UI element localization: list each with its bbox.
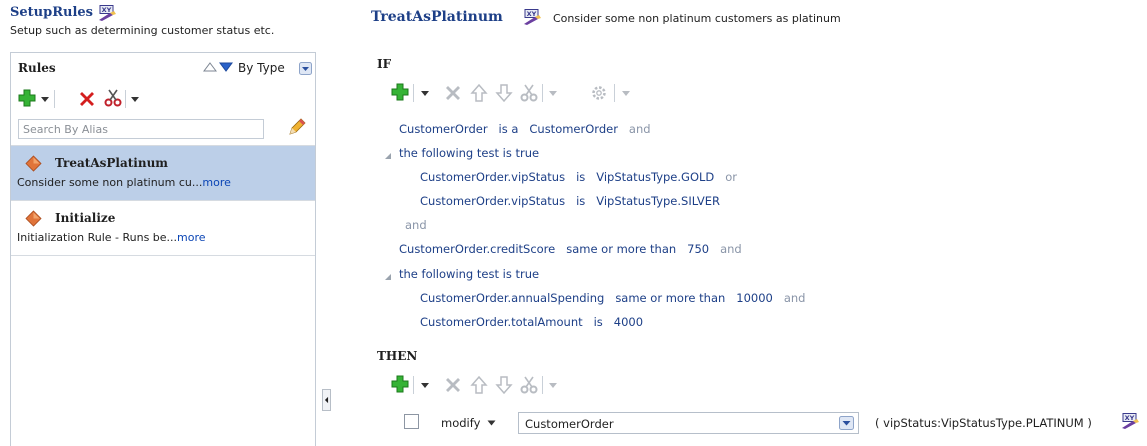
rules-panel: Rules By Type Search By Alias TreatAsPla…: [10, 52, 316, 446]
sort-descending-icon[interactable]: [219, 61, 233, 73]
sort-by-type-label[interactable]: By Type: [238, 61, 285, 75]
xy-edit-icon[interactable]: XY: [97, 5, 119, 21]
move-down-icon[interactable]: [494, 375, 514, 395]
rule-name: TreatAsPlatinum: [55, 156, 169, 170]
condition-line[interactable]: CustomerOrder.annualSpending same or mor…: [420, 291, 805, 305]
condition-line[interactable]: CustomerOrder.creditScore same or more t…: [399, 242, 742, 256]
toolbar-separator: [54, 90, 55, 108]
scissors-icon[interactable]: [103, 88, 123, 108]
condition-line[interactable]: CustomerOrder.totalAmount is 4000: [420, 315, 643, 329]
add-plus-icon[interactable]: [390, 82, 410, 102]
chevron-down-icon[interactable]: [40, 95, 50, 103]
chevron-down-icon[interactable]: [487, 420, 496, 426]
rules-toolbar: [11, 85, 315, 113]
toolbar-separator: [413, 376, 414, 394]
add-plus-icon[interactable]: [390, 374, 410, 394]
condition-group-line[interactable]: the following test is true: [399, 146, 539, 160]
delete-x-icon[interactable]: [443, 83, 463, 103]
action-target-value: CustomerOrder: [525, 417, 614, 431]
toolbar-separator: [125, 90, 126, 108]
chevron-down-icon[interactable]: [548, 381, 558, 389]
toolbar-separator: [614, 84, 615, 102]
search-by-alias-input[interactable]: [18, 119, 264, 139]
move-up-icon[interactable]: [469, 83, 489, 103]
scissors-icon[interactable]: [519, 83, 539, 103]
then-label: THEN: [377, 349, 418, 363]
rule-title: TreatAsPlatinum: [371, 9, 503, 25]
chevron-down-icon[interactable]: [420, 89, 430, 97]
move-down-icon[interactable]: [494, 83, 514, 103]
chevron-down-icon[interactable]: [299, 62, 312, 75]
action-arguments[interactable]: ( vipStatus:VipStatusType.PLATINUM ): [875, 416, 1092, 430]
move-up-icon[interactable]: [469, 375, 489, 395]
chevron-down-icon[interactable]: [130, 95, 140, 103]
rule-name: Initialize: [55, 211, 116, 225]
action-verb[interactable]: modify: [441, 416, 480, 430]
scissors-icon[interactable]: [519, 375, 539, 395]
list-divider: [11, 255, 315, 256]
delete-x-icon[interactable]: [443, 375, 463, 395]
expand-triangle-icon[interactable]: [384, 273, 392, 281]
svg-text:XY: XY: [527, 10, 537, 18]
if-label: IF: [377, 57, 392, 71]
rule-item-initialize[interactable]: Initialize Initialization Rule - Runs be…: [11, 201, 315, 255]
rule-diamond-icon: [25, 210, 42, 227]
svg-text:XY: XY: [102, 6, 112, 14]
condition-connector: and: [405, 218, 427, 232]
toolbar-separator: [542, 376, 543, 394]
delete-x-icon[interactable]: [77, 89, 97, 109]
action-checkbox[interactable]: [404, 414, 419, 429]
rule-diamond-icon: [25, 155, 42, 172]
toolbar-separator: [413, 84, 414, 102]
chevron-down-icon[interactable]: [548, 89, 558, 97]
rules-label: Rules: [18, 61, 56, 75]
svg-text:XY: XY: [1125, 414, 1135, 422]
rules-panel-header: Rules By Type: [11, 53, 315, 83]
toolbar-separator: [542, 84, 543, 102]
condition-group-line[interactable]: the following test is true: [399, 267, 539, 281]
collapse-panel-handle[interactable]: [322, 389, 331, 411]
condition-line[interactable]: CustomerOrder.vipStatus is VipStatusType…: [420, 170, 737, 184]
rule-item-treatasplatinum[interactable]: TreatAsPlatinum Consider some non platin…: [11, 146, 315, 200]
more-link[interactable]: more: [202, 176, 231, 189]
chevron-down-icon[interactable]: [420, 381, 430, 389]
action-target-select[interactable]: CustomerOrder: [518, 412, 859, 434]
chevron-down-icon[interactable]: [839, 416, 854, 430]
condition-line[interactable]: CustomerOrder.vipStatus is VipStatusType…: [420, 194, 720, 208]
add-plus-icon[interactable]: [17, 88, 37, 108]
xy-edit-icon[interactable]: XY: [522, 9, 544, 25]
xy-edit-icon[interactable]: XY: [1120, 413, 1142, 429]
gear-icon[interactable]: [589, 83, 609, 103]
sort-ascending-icon[interactable]: [203, 61, 217, 73]
rule-description: Consider some non platinum customers as …: [553, 12, 841, 25]
ruleset-description: Setup such as determining customer statu…: [10, 24, 275, 37]
more-link[interactable]: more: [177, 231, 206, 244]
rule-description: Consider some non platinum cu...more: [17, 176, 231, 189]
chevron-down-icon[interactable]: [621, 89, 631, 97]
condition-fact-line[interactable]: CustomerOrder is a CustomerOrder and: [399, 122, 651, 136]
ruleset-title: SetupRules: [10, 5, 93, 20]
expand-triangle-icon[interactable]: [384, 152, 392, 160]
rule-description: Initialization Rule - Runs be...more: [17, 231, 206, 244]
pencil-icon[interactable]: [287, 117, 307, 137]
